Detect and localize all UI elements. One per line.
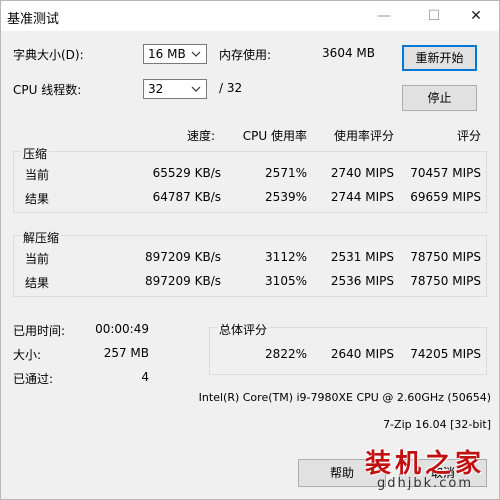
compress-result-usage-rating: 2744 MIPS [330, 190, 394, 204]
restart-button[interactable]: 重新开始 [402, 45, 477, 71]
watermark-text: 装机之家 [364, 449, 485, 479]
decompress-current-cpu: 3112% [265, 250, 307, 264]
compress-current-speed: 65529 KB/s [152, 166, 221, 180]
dict-size-select[interactable]: 16 MB [143, 44, 207, 64]
compress-result-speed: 64787 KB/s [152, 190, 221, 204]
cpu-info: Intel(R) Core(TM) i9-7980XE CPU @ 2.60GH… [198, 391, 491, 404]
passes-value: 4 [141, 370, 149, 384]
total-usage-rating: 2640 MIPS [330, 347, 394, 361]
cpu-threads-value: 32 [148, 82, 164, 96]
chevron-down-icon [191, 86, 201, 92]
decompress-current-usage-rating: 2531 MIPS [330, 250, 394, 264]
watermark-url: gdhjbk.com [376, 476, 474, 491]
chevron-down-icon [191, 51, 201, 57]
total-rating: 74205 MIPS [410, 347, 481, 361]
version-info: 7-Zip 16.04 [32-bit] [383, 418, 491, 431]
cpu-threads-max: / 32 [219, 81, 243, 95]
decompress-result-usage-rating: 2536 MIPS [330, 274, 394, 288]
total-rating-title: 总体评分 [217, 321, 270, 338]
cpu-threads-select[interactable]: 32 [143, 79, 207, 99]
decompress-result-label: 结果 [25, 276, 50, 290]
decompress-result-cpu: 3105% [265, 274, 307, 288]
size-label: 大小: [13, 348, 42, 362]
compress-current-usage-rating: 2740 MIPS [330, 166, 394, 180]
decompress-current-rating: 78750 MIPS [410, 250, 481, 264]
compress-current-label: 当前 [25, 168, 50, 182]
total-cpu: 2822% [265, 347, 307, 361]
header-speed: 速度: [186, 129, 215, 143]
window-title: 基准测试 [7, 12, 60, 27]
decompress-result-rating: 78750 MIPS [410, 274, 481, 288]
site-watermark: 装机之家 gdhjbk.com [365, 443, 485, 491]
close-icon[interactable]: ✕ [453, 1, 499, 31]
memory-usage-value: 3604 MB [322, 46, 375, 60]
decompress-title: 解压缩 [21, 229, 62, 246]
compress-result-rating: 69659 MIPS [410, 190, 481, 204]
benchmark-window: 基准测试 — ☐ ✕ 字典大小(D): 16 MB 内存使用: 3604 MB … [0, 0, 500, 500]
header-cpu-usage: CPU 使用率 [242, 129, 307, 143]
elapsed-time-value: 00:00:49 [95, 322, 149, 336]
maximize-icon[interactable]: ☐ [411, 1, 457, 31]
decompress-result-speed: 897209 KB/s [144, 274, 221, 288]
stop-button[interactable]: 停止 [402, 85, 477, 111]
passes-label: 已通过: [13, 372, 54, 386]
cpu-threads-label: CPU 线程数: [13, 83, 82, 97]
compress-title: 压缩 [21, 145, 50, 162]
title-bar: 基准测试 — ☐ ✕ [1, 1, 499, 31]
header-rating: 评分 [456, 129, 481, 143]
memory-usage-label: 内存使用: [219, 48, 272, 62]
decompress-current-label: 当前 [25, 252, 50, 266]
compress-result-cpu: 2539% [265, 190, 307, 204]
dict-size-value: 16 MB [148, 47, 186, 61]
compress-current-rating: 70457 MIPS [410, 166, 481, 180]
dict-size-label: 字典大小(D): [13, 48, 84, 62]
decompress-current-speed: 897209 KB/s [144, 250, 221, 264]
minimize-icon[interactable]: — [361, 1, 407, 31]
size-value: 257 MB [103, 346, 149, 360]
header-usage-rating: 使用率评分 [333, 129, 394, 143]
elapsed-time-label: 已用时间: [13, 324, 66, 338]
compress-current-cpu: 2571% [265, 166, 307, 180]
compress-result-label: 结果 [25, 192, 50, 206]
